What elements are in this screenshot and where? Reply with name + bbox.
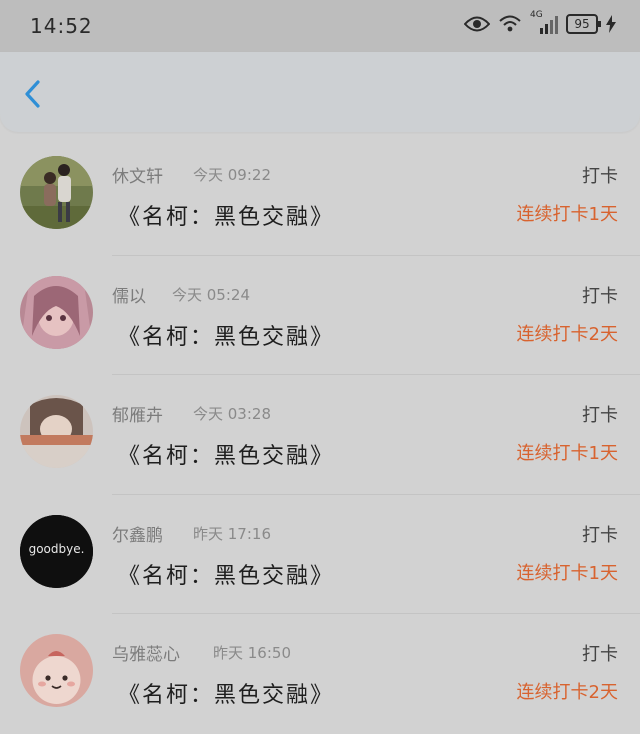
chevron-left-icon[interactable] (18, 78, 50, 110)
streak-text: 连续打卡1天 (516, 443, 618, 464)
signal-icon: 4G (530, 10, 558, 34)
wifi-icon (499, 15, 521, 32)
checkin-time: 今天 03:28 (193, 405, 271, 423)
avatar[interactable] (20, 156, 93, 229)
checkin-time: 今天 05:24 (172, 285, 250, 304)
book-title: 《名柯：黑色交融》 (118, 683, 335, 708)
nav-bar (0, 52, 640, 132)
checkin-action: 打卡 (582, 524, 618, 546)
streak-text: 连续打卡1天 (516, 204, 618, 225)
streak-text: 连续打卡2天 (516, 323, 618, 345)
checkin-action: 打卡 (582, 644, 618, 665)
status-time: 14:52 (30, 14, 93, 38)
list-item[interactable]: 休文轩 今天 09:22 《名柯：黑色交融》 打卡 连续打卡1天 (0, 136, 640, 256)
user-name: 乌雅蕊心 (112, 645, 180, 665)
list-item[interactable]: 儒以 今天 05:24 《名柯：黑色交融》 打卡 连续打卡2天 (0, 256, 640, 375)
checkin-action: 打卡 (582, 405, 618, 426)
checkin-list: 休文轩 今天 09:22 《名柯：黑色交融》 打卡 连续打卡1天 儒以 今天 0… (0, 136, 640, 734)
checkin-time: 今天 09:22 (193, 166, 271, 184)
user-name: 郁雁卉 (112, 406, 163, 426)
status-bar: 14:52 4G 95 (0, 0, 640, 52)
list-item[interactable]: 郁雁卉 今天 03:28 《名柯：黑色交融》 打卡 连续打卡1天 (0, 375, 640, 495)
charging-icon (606, 15, 616, 33)
book-title: 《名柯：黑色交融》 (118, 563, 335, 589)
eye-icon (464, 16, 490, 32)
user-name: 尔鑫鹏 (112, 525, 163, 546)
user-name: 休文轩 (112, 167, 163, 187)
book-title: 《名柯：黑色交融》 (118, 205, 335, 230)
book-title: 《名柯：黑色交融》 (118, 444, 335, 469)
streak-text: 连续打卡1天 (516, 562, 618, 584)
goodbye-text: goodbye. (29, 542, 85, 556)
user-name: 儒以 (112, 286, 146, 307)
avatar[interactable] (20, 634, 93, 707)
checkin-action: 打卡 (582, 166, 618, 187)
streak-text: 连续打卡2天 (516, 682, 618, 703)
avatar[interactable] (20, 275, 93, 349)
checkin-time: 昨天 16:50 (213, 644, 291, 662)
avatar[interactable]: goodbye. (20, 514, 93, 588)
checkin-time: 昨天 17:16 (193, 524, 271, 543)
list-item[interactable]: 乌雅蕊心 昨天 16:50 《名柯：黑色交融》 打卡 连续打卡2天 (0, 614, 640, 734)
checkin-action: 打卡 (582, 285, 618, 307)
list-item[interactable]: goodbye. 尔鑫鹏 昨天 17:16 《名柯：黑色交融》 打卡 连续打卡1… (0, 495, 640, 614)
avatar[interactable] (20, 395, 93, 468)
status-icons: 4G 95 (464, 10, 616, 34)
battery-icon: 95 (566, 14, 601, 34)
book-title: 《名柯：黑色交融》 (118, 324, 335, 350)
